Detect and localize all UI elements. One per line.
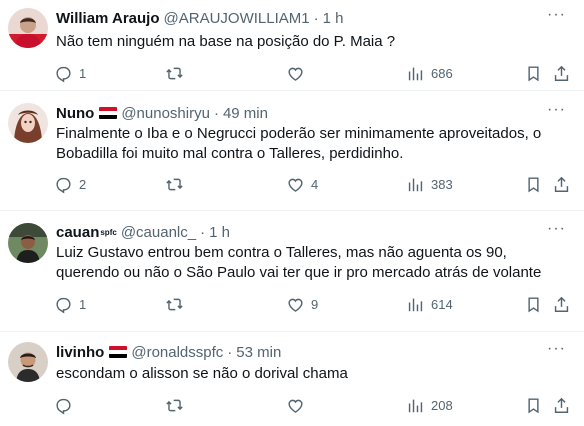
avatar[interactable] [8, 8, 48, 48]
share-button[interactable] [552, 173, 571, 195]
avatar[interactable] [8, 223, 48, 263]
share-button[interactable] [552, 293, 571, 315]
user-handle[interactable]: @ARAUJOWILLIAM1 [164, 10, 310, 27]
display-name[interactable]: livinho [56, 344, 104, 361]
user-handle[interactable]: @cauanlc_ [121, 224, 196, 241]
views-count: 614 [431, 296, 453, 312]
like-icon [286, 175, 305, 194]
retweet-icon [165, 295, 184, 314]
display-name[interactable]: William Araujo [56, 10, 160, 27]
reply-button[interactable]: 2 [54, 173, 86, 195]
share-icon [552, 64, 571, 83]
reply-icon [54, 396, 73, 415]
tweet[interactable]: Nuno @nunoshiryu · 49 min ··· Finalmente… [0, 91, 584, 211]
flag-icon [99, 107, 118, 119]
reply-count: 2 [79, 176, 87, 192]
like-icon [286, 295, 305, 314]
flag-icon [109, 346, 128, 358]
like-button[interactable]: 4 [286, 173, 318, 195]
share-icon [552, 295, 571, 314]
reply-button[interactable]: 1 [54, 293, 86, 315]
avatar[interactable] [8, 342, 48, 382]
reply-button[interactable] [54, 394, 73, 416]
retweet-icon [165, 64, 184, 83]
reply-icon [54, 295, 73, 314]
views-button[interactable]: 614 [406, 293, 453, 315]
display-name[interactable]: Nuno [56, 105, 94, 122]
separator: · [213, 104, 219, 122]
views-icon [406, 295, 425, 314]
timestamp[interactable]: 49 min [223, 105, 268, 122]
name-badge: spfc [100, 227, 117, 237]
share-button[interactable] [552, 394, 571, 416]
user-handle[interactable]: @ronaldsspfc [131, 344, 223, 361]
separator: · [313, 9, 319, 27]
user-handle[interactable]: @nunoshiryu [121, 105, 210, 122]
action-bar: 1 686 [48, 62, 584, 84]
tweet[interactable]: William Araujo @ARAUJOWILLIAM1 · 1 h ···… [0, 0, 584, 91]
retweet-button[interactable] [165, 62, 184, 84]
separator: · [227, 343, 233, 361]
bookmark-icon [524, 396, 543, 415]
retweet-icon [165, 396, 184, 415]
views-icon [406, 396, 425, 415]
views-button[interactable]: 208 [406, 394, 453, 416]
action-bar: 2 4 383 [48, 173, 584, 195]
retweet-button[interactable] [165, 394, 184, 416]
display-name[interactable]: cauan [56, 224, 99, 241]
bookmark-button[interactable] [524, 62, 543, 84]
share-button[interactable] [552, 62, 571, 84]
views-count: 208 [431, 397, 453, 413]
action-bar: 1 9 614 [48, 293, 584, 315]
more-icon[interactable]: ··· [547, 101, 566, 119]
like-button[interactable] [286, 394, 305, 416]
like-icon [286, 64, 305, 83]
more-icon[interactable]: ··· [547, 220, 566, 238]
reply-count: 1 [79, 65, 87, 81]
views-count: 686 [431, 65, 453, 81]
bookmark-icon [524, 64, 543, 83]
tweet-text: Não tem ninguém na base na posição do P.… [56, 33, 396, 50]
bookmark-icon [524, 175, 543, 194]
like-count: 4 [311, 176, 319, 192]
tweet-text: escondam o alisson se não o dorival cham… [56, 365, 348, 382]
like-button[interactable]: 9 [286, 293, 318, 315]
views-icon [406, 175, 425, 194]
timestamp[interactable]: 53 min [236, 344, 281, 361]
retweet-button[interactable] [165, 173, 184, 195]
like-count: 9 [311, 296, 319, 312]
like-icon [286, 396, 305, 415]
retweet-icon [165, 175, 184, 194]
retweet-button[interactable] [165, 293, 184, 315]
tweet[interactable]: cauan spfc @cauanlc_ · 1 h ··· Luiz Gusta… [0, 211, 584, 332]
views-button[interactable]: 383 [406, 173, 453, 195]
timestamp[interactable]: 1 h [323, 10, 344, 27]
timestamp[interactable]: 1 h [209, 224, 230, 241]
bookmark-icon [524, 295, 543, 314]
tweet-text: Finalmente o Iba e o Negrucci poderão se… [56, 125, 542, 162]
separator: · [200, 223, 206, 241]
tweet-text: Luiz Gustavo entrou bem contra o Tallere… [56, 244, 542, 281]
reply-icon [54, 175, 73, 194]
more-icon[interactable]: ··· [547, 6, 566, 24]
reply-count: 1 [79, 296, 87, 312]
bookmark-button[interactable] [524, 394, 543, 416]
more-icon[interactable]: ··· [547, 340, 566, 358]
action-bar: 208 [48, 394, 584, 416]
views-count: 383 [431, 176, 453, 192]
reply-icon [54, 64, 73, 83]
share-icon [552, 396, 571, 415]
views-icon [406, 64, 425, 83]
avatar[interactable] [8, 103, 48, 143]
views-button[interactable]: 686 [406, 62, 453, 84]
bookmark-button[interactable] [524, 173, 543, 195]
reply-button[interactable]: 1 [54, 62, 86, 84]
tweet-feed: William Araujo @ARAUJOWILLIAM1 · 1 h ···… [0, 0, 584, 426]
share-icon [552, 175, 571, 194]
like-button[interactable] [286, 62, 305, 84]
tweet[interactable]: livinho @ronaldsspfc · 53 min ··· escond… [0, 332, 584, 426]
bookmark-button[interactable] [524, 293, 543, 315]
